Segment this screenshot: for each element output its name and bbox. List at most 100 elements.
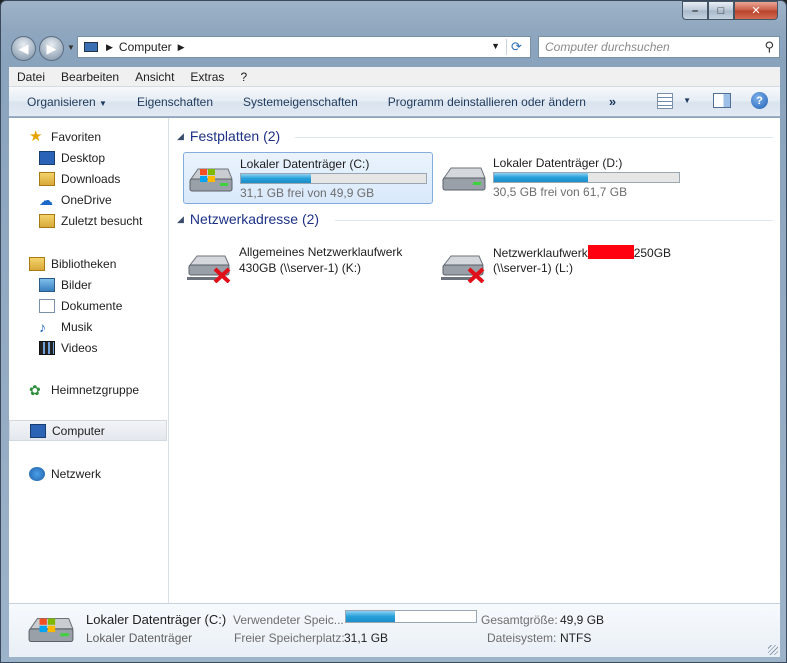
onedrive-cloud-icon: ☁ [39,191,53,208]
libraries-icon [29,256,45,271]
maximize-button[interactable]: □ [708,1,734,20]
favorites-group: ★ Favoriten Desktop Downloads ☁ OneDrive [9,126,167,231]
drive-usage-bar [240,173,427,184]
sidebar-item-favorites[interactable]: ★ Favoriten [9,126,167,147]
view-options-dropdown-icon[interactable]: ▼ [683,96,691,105]
hard-drive-icon [442,167,486,191]
minimize-button[interactable]: – [682,1,708,20]
drive-free-space: 31,1 GB frei von 49,9 GB [240,186,375,200]
navigation-pane: ★ Favoriten Desktop Downloads ☁ OneDrive [9,118,169,603]
network-group: Netzwerk [9,463,167,484]
filesystem-label: Dateisystem: [487,631,557,645]
sidebar-item-downloads[interactable]: Downloads [9,168,167,189]
breadcrumb-separator-icon[interactable]: ▶ [106,42,113,53]
menu-datei[interactable]: Datei [9,70,53,84]
homegroup-group: ✿ Heimnetzgruppe [9,379,167,400]
forward-button[interactable]: ▶ [39,36,64,61]
sidebar-item-computer[interactable]: Computer [9,420,167,441]
sidebar-item-pictures[interactable]: Bilder [9,274,167,295]
recent-pages-dropdown[interactable]: ▼ [67,43,75,52]
details-pane: Lokaler Datenträger (C:) Lokaler Datentr… [9,603,780,657]
drive-c[interactable]: Lokaler Datenträger (C:) 31,1 GB frei vo… [183,152,433,204]
search-icon[interactable]: ⚲ [764,39,774,55]
drive-usage-bar [493,172,680,183]
sidebar-label: Zuletzt besucht [61,213,143,228]
change-view-icon[interactable] [657,92,674,109]
hard-drive-windows-icon [189,168,233,192]
total-size-label: Gesamtgröße: [481,613,558,627]
group-header-network-locations[interactable]: ◢ Netzwerkadresse (2) [177,211,319,227]
star-icon: ★ [29,127,43,145]
details-usage-fill [346,611,395,622]
properties-button[interactable]: Eigenschaften [122,95,228,109]
network-drive-l[interactable]: Netzwerklaufwerk 250GB (\\server-1) (L:) [437,241,687,293]
details-title: Lokaler Datenträger (C:) [86,612,227,627]
network-drive-k[interactable]: Allgemeines Netzwerklaufwerk 430GB (\\se… [183,241,433,293]
collapse-chevron-icon[interactable]: ◢ [177,214,184,225]
breadcrumb-separator-icon[interactable]: ▶ [178,42,185,53]
collapse-chevron-icon[interactable]: ◢ [177,131,184,142]
caption-buttons: – □ ✕ [682,1,778,20]
sidebar-item-videos[interactable]: Videos [9,337,167,358]
sidebar-item-documents[interactable]: Dokumente [9,295,167,316]
details-usage-bar [345,610,477,623]
address-bar[interactable]: ▶ Computer ▶ ▼ ⟳ [77,36,531,58]
help-icon[interactable]: ? [751,92,768,109]
group-divider [335,220,773,221]
organize-label: Organisieren [27,94,96,109]
sidebar-item-network[interactable]: Netzwerk [9,463,167,484]
sidebar-item-recent[interactable]: Zuletzt besucht [9,210,167,231]
network-drive-path: 430GB (\\server-1) (K:) [239,261,362,275]
organize-button[interactable]: Organisieren ▼ [9,95,122,109]
sidebar-item-homegroup[interactable]: ✿ Heimnetzgruppe [9,379,167,400]
system-properties-button[interactable]: Systemeigenschaften [228,95,373,109]
menu-bar: Datei Bearbeiten Ansicht Extras ? [9,67,780,87]
group-header-hard-disks[interactable]: ◢ Festplatten (2) [177,128,280,144]
desktop-icon [39,150,55,165]
sidebar-label: OneDrive [61,192,112,207]
network-drive-path: (\\server-1) (L:) [493,261,574,275]
sidebar-item-desktop[interactable]: Desktop [9,147,167,168]
resize-grip[interactable] [768,645,778,655]
drive-name: Lokaler Datenträger (C:) [240,157,370,171]
toolbar-right: ▼ ? [657,92,768,109]
documents-icon [39,298,55,313]
sidebar-label: Dokumente [61,298,123,313]
total-size-value: 49,9 GB [560,613,605,627]
network-drive-label: Netzwerklaufwerk [493,246,588,260]
menu-bearbeiten[interactable]: Bearbeiten [53,70,127,84]
disconnected-network-drive-icon [441,255,485,283]
menu-ansicht[interactable]: Ansicht [127,70,182,84]
back-button[interactable]: ◀ [11,36,36,61]
preview-pane-icon[interactable] [713,93,731,108]
drive-name: Lokaler Datenträger (D:) [493,156,623,170]
network-drive-size: 250GB [633,246,672,260]
recent-places-icon [39,213,55,228]
group-divider [295,137,773,138]
sidebar-item-onedrive[interactable]: ☁ OneDrive [9,189,167,210]
items-view: ◢ Festplatten (2) Lokaler Datenträger (C… [171,118,780,603]
sidebar-item-libraries[interactable]: Bibliotheken [9,253,167,274]
drive-usage-fill [494,173,588,182]
search-placeholder: Computer durchsuchen [545,40,670,54]
sidebar-label: Bilder [61,277,92,292]
search-input[interactable]: Computer durchsuchen ⚲ [538,36,780,58]
chevron-down-icon: ▼ [99,98,107,108]
menu-help[interactable]: ? [232,70,255,84]
refresh-icon[interactable]: ⟳ [506,39,526,55]
address-dropdown-icon[interactable]: ▼ [491,41,500,51]
used-space-label: Verwendeter Speic... [233,613,344,627]
drive-d[interactable]: Lokaler Datenträger (D:) 30,5 GB frei vo… [437,152,687,204]
more-commands-button[interactable]: » [601,94,616,109]
uninstall-program-button[interactable]: Programm deinstallieren oder ändern [373,95,601,109]
main-content: ★ Favoriten Desktop Downloads ☁ OneDrive [9,118,780,603]
menu-extras[interactable]: Extras [182,70,232,84]
sidebar-label: Favoriten [51,129,102,144]
network-icon [29,466,45,481]
sidebar-label: Videos [61,340,98,355]
sidebar-item-music[interactable]: ♪ Musik [9,316,167,337]
videos-icon [39,340,55,355]
breadcrumb-computer[interactable]: Computer [119,40,172,54]
explorer-window: – □ ✕ ◀ ▶ ▼ ▶ Computer ▶ ▼ ⟳ Computer du… [0,0,787,663]
close-button[interactable]: ✕ [734,1,778,20]
